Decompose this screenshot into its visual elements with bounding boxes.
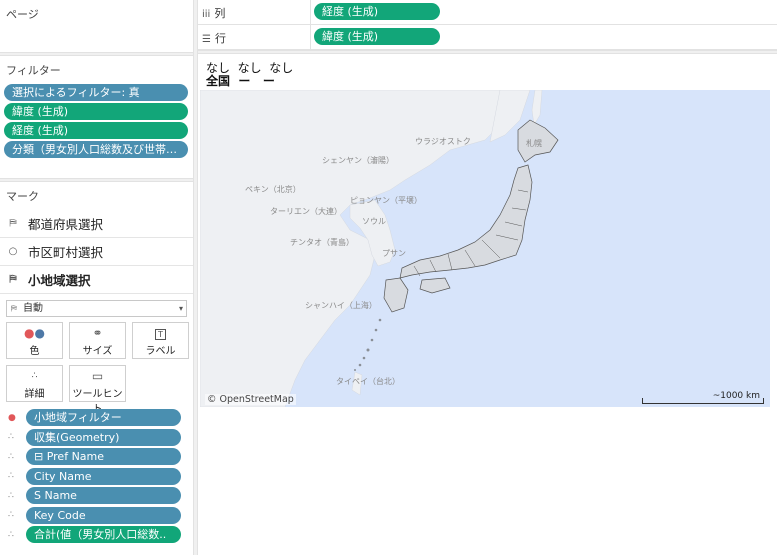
mark-field[interactable]: ∴ City Name: [0, 467, 193, 487]
tooltip-icon: ▭: [91, 369, 104, 383]
worksheet-area: iii 列 経度 (生成) ☰ 行 緯度 (生成) なし なし なし 全国 ー ー: [198, 0, 777, 555]
size-icon: ⚭: [92, 326, 103, 340]
map-layer-icon: ⛿: [9, 274, 17, 285]
map-layer-icon: ⛿: [11, 304, 17, 313]
layer-label: 小地域選択: [28, 273, 91, 288]
city-label: ペキン（北京）: [245, 185, 301, 194]
map-canvas: [200, 90, 559, 407]
columns-pill[interactable]: 経度 (生成): [314, 3, 440, 20]
label-button-label: ラベル: [145, 346, 176, 357]
rows-icon: ☰: [202, 34, 211, 45]
color-button-label: 色: [29, 346, 40, 357]
detail-dots-icon: ∴: [8, 451, 14, 462]
rows-shelf-title: ☰ 行: [202, 30, 226, 46]
filters-card: フィルター 選択によるフィルター: 真 緯度 (生成) 経度 (生成) 分類（男…: [0, 56, 193, 178]
filters-title: フィルター: [6, 64, 61, 77]
shelf-divider: [310, 25, 311, 50]
city-label: シェンヤン（瀋陽）: [322, 156, 394, 165]
columns-icon: iii: [202, 9, 211, 20]
shelf-divider: [310, 0, 311, 25]
size-button[interactable]: ⚭ サイズ: [69, 322, 126, 359]
layer-label: 市区町村選択: [28, 245, 104, 260]
chevron-down-icon: ▾: [178, 304, 183, 313]
tooltip-button[interactable]: ▭ ツールヒント: [69, 365, 126, 415]
city-label: プサン: [382, 249, 406, 258]
land-shikoku: [419, 277, 451, 294]
label-icon: T: [133, 326, 188, 340]
land-kyushu: [383, 277, 409, 313]
left-panel: ページ フィルター 選択によるフィルター: 真 緯度 (生成) 経度 (生成) …: [0, 0, 193, 555]
color-dots-icon: ●: [8, 412, 16, 423]
layer-small-area[interactable]: ⛿ 小地域選択: [0, 266, 193, 294]
rows-shelf[interactable]: ☰ 行 緯度 (生成): [198, 25, 777, 50]
filter-pill-longitude[interactable]: 経度 (生成): [4, 122, 188, 139]
marks-title: マーク: [6, 190, 39, 203]
columns-shelf[interactable]: iii 列 経度 (生成): [198, 0, 777, 25]
scale-label: ~1000 km: [712, 391, 760, 401]
pages-title: ページ: [6, 8, 39, 21]
detail-dots-icon: ∴: [8, 510, 14, 521]
layer-prefecture[interactable]: ⛿ 都道府県選択: [0, 210, 193, 238]
mark-type-value: 自動: [23, 303, 43, 314]
pages-card: ページ: [0, 0, 193, 52]
map-layer-icon: ⛿: [9, 218, 17, 229]
shelf-view-divider: [198, 50, 777, 54]
detail-dots-icon: ∴: [8, 471, 14, 482]
ryukyu-islands: [354, 318, 382, 371]
city-label: ピョンヤン（平壌）: [350, 196, 422, 205]
field-pill[interactable]: Key Code: [26, 506, 181, 524]
field-pill[interactable]: City Name: [26, 467, 181, 485]
filter-pill-latitude[interactable]: 緯度 (生成): [4, 103, 188, 120]
view-header: なし なし なし 全国 ー ー: [206, 62, 293, 88]
mark-field[interactable]: ● 小地域フィルター: [0, 408, 193, 428]
city-label: シャンハイ（上海）: [305, 301, 377, 310]
city-label: ターリエン（大連）: [270, 207, 342, 216]
mark-field[interactable]: ∴ ⊟ Pref Name: [0, 447, 193, 467]
detail-button-label: 詳細: [24, 389, 45, 400]
detail-button[interactable]: ∴ 詳細: [6, 365, 63, 402]
field-pill[interactable]: 小地域フィルター: [26, 409, 181, 427]
rows-pill[interactable]: 緯度 (生成): [314, 28, 440, 45]
land-sakhalin: [531, 90, 543, 126]
layer-label: 都道府県選択: [28, 217, 104, 232]
city-label: ソウル: [362, 217, 386, 226]
map-attribution[interactable]: © OpenStreetMap: [205, 394, 296, 405]
field-pill[interactable]: S Name: [26, 487, 181, 505]
city-label: 札幌: [526, 139, 542, 148]
detail-dots-icon: ∴: [31, 371, 38, 381]
color-button[interactable]: ●● 色: [6, 322, 63, 359]
field-pill[interactable]: 合計(値（男女別人口総数..: [26, 526, 181, 544]
map-view[interactable]: ウラジオストク シェンヤン（瀋陽） ペキン（北京） ピョンヤン（平壌） ターリエ…: [200, 90, 770, 407]
mark-field[interactable]: ∴ 収集(Geometry): [0, 428, 193, 448]
columns-shelf-title: iii 列: [202, 5, 225, 21]
marks-card: マーク ⛿ 都道府県選択 ○ 市区町村選択 ⛿ 小地域選択 ⛿ 自動 ▾ ●● …: [0, 182, 193, 555]
detail-dots-icon: ∴: [8, 529, 14, 540]
field-pill[interactable]: 収集(Geometry): [26, 428, 181, 446]
detail-dots-icon: ∴: [8, 490, 14, 501]
mark-field[interactable]: ∴ S Name: [0, 486, 193, 506]
field-pill[interactable]: ⊟ Pref Name: [26, 448, 181, 466]
rows-label: 行: [214, 32, 226, 45]
color-dots-icon: ●●: [24, 326, 45, 340]
columns-label: 列: [214, 7, 226, 20]
mark-field[interactable]: ∴ Key Code: [0, 506, 193, 526]
city-label: タイペイ（台北）: [336, 377, 400, 386]
label-button[interactable]: T ラベル: [132, 322, 189, 359]
header-row-2: 全国 ー ー: [206, 74, 275, 88]
city-label: チンタオ（青島）: [290, 238, 354, 247]
land-honshu: [399, 164, 533, 279]
map-scale: ~1000 km: [642, 391, 764, 404]
filter-pill-category[interactable]: 分類（男女別人口総数及び世帯数...: [4, 141, 188, 158]
circle-icon: ○: [8, 246, 18, 257]
layer-city[interactable]: ○ 市区町村選択: [0, 238, 193, 266]
size-button-label: サイズ: [82, 346, 113, 357]
filter-pill-selection[interactable]: 選択によるフィルター: 真: [4, 84, 188, 101]
mark-type-dropdown[interactable]: ⛿ 自動 ▾: [6, 300, 187, 317]
mark-field[interactable]: ∴ 合計(値（男女別人口総数..: [0, 525, 193, 545]
mark-fields: ● 小地域フィルター ∴ 収集(Geometry) ∴ ⊟ Pref Name …: [0, 408, 193, 545]
city-label: ウラジオストク: [415, 137, 471, 146]
marks-buttons: ●● 色 ⚭ サイズ T ラベル ∴ 詳細 ▭ ツールヒント: [6, 322, 189, 415]
detail-dots-icon: ∴: [8, 432, 14, 443]
